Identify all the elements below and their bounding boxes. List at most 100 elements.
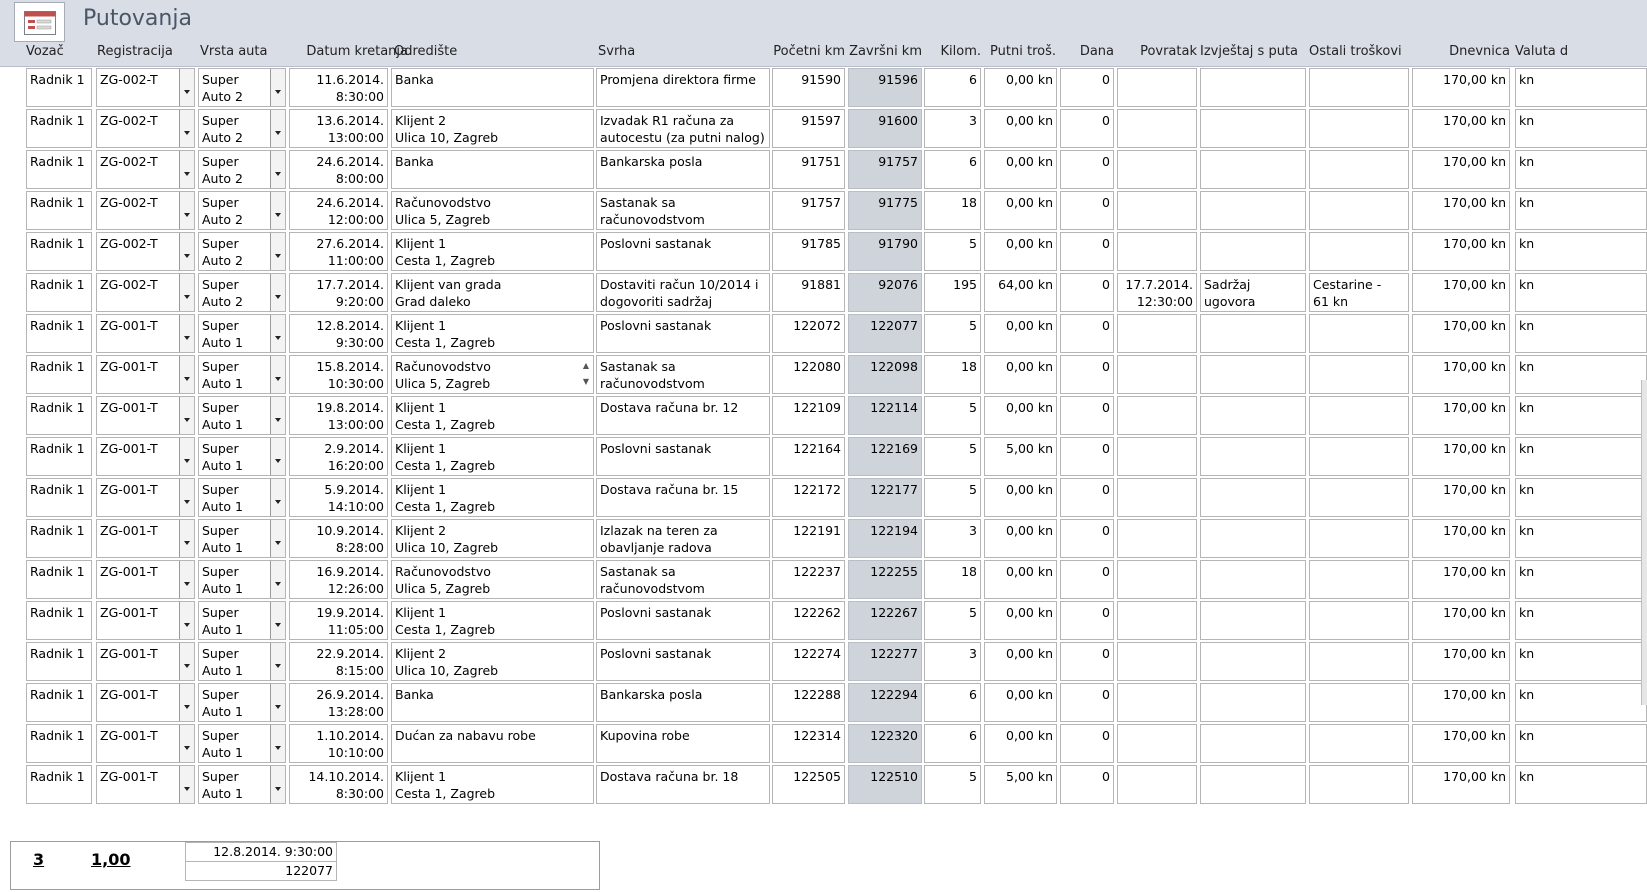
field-dnevnica[interactable]: 170,00 kn — [1412, 355, 1510, 394]
field-datum[interactable]: 13.6.2014. 13:00:00 — [289, 109, 388, 148]
field-vozac[interactable]: Radnik 1 — [26, 601, 92, 640]
field-odrediste[interactable]: Klijent 2 Ulica 10, Zagreb — [391, 642, 594, 681]
field-vozac[interactable]: Radnik 1 — [26, 724, 92, 763]
dropdown-arrow-icon[interactable] — [179, 766, 194, 803]
field-trosak[interactable]: 0,00 kn — [984, 601, 1057, 640]
field-dana[interactable]: 0 — [1060, 560, 1114, 599]
field-ostali[interactable] — [1309, 437, 1409, 476]
dropdown-arrow-icon[interactable] — [270, 274, 285, 311]
field-kilom[interactable]: 3 — [924, 109, 981, 148]
field-kilom[interactable]: 18 — [924, 560, 981, 599]
dropdown-arrow-icon[interactable] — [179, 192, 194, 229]
field-datum[interactable]: 1.10.2014. 10:10:00 — [289, 724, 388, 763]
field-vozac[interactable]: Radnik 1 — [26, 560, 92, 599]
field-trosak[interactable]: 0,00 kn — [984, 355, 1057, 394]
field-valuta[interactable]: kn — [1515, 560, 1647, 599]
field-povratak[interactable] — [1117, 109, 1197, 148]
field-scroll-arrows-icon[interactable]: ▲ ▼ — [581, 358, 591, 390]
field-izvjestaj[interactable] — [1200, 765, 1306, 804]
field-odrediste[interactable]: Klijent 1 Cesta 1, Zagreb — [391, 437, 594, 476]
field-dana[interactable]: 0 — [1060, 724, 1114, 763]
field-kilom[interactable]: 6 — [924, 150, 981, 189]
field-pocetni[interactable]: 91751 — [772, 150, 845, 189]
field-valuta[interactable]: kn — [1515, 150, 1647, 189]
field-reg[interactable]: ZG-001-T — [96, 519, 195, 558]
field-povratak[interactable] — [1117, 601, 1197, 640]
field-pocetni[interactable]: 122288 — [772, 683, 845, 722]
field-zavrsni[interactable]: 122277 — [848, 642, 922, 681]
field-kilom[interactable]: 6 — [924, 683, 981, 722]
field-pocetni[interactable]: 91881 — [772, 273, 845, 312]
field-datum[interactable]: 24.6.2014. 12:00:00 — [289, 191, 388, 230]
field-valuta[interactable]: kn — [1515, 765, 1647, 804]
field-ostali[interactable] — [1309, 314, 1409, 353]
field-vozac[interactable]: Radnik 1 — [26, 109, 92, 148]
field-povratak[interactable] — [1117, 642, 1197, 681]
field-kilom[interactable]: 18 — [924, 191, 981, 230]
field-pocetni[interactable]: 122314 — [772, 724, 845, 763]
field-dnevnica[interactable]: 170,00 kn — [1412, 765, 1510, 804]
field-izvjestaj[interactable] — [1200, 355, 1306, 394]
field-zavrsni[interactable]: 91600 — [848, 109, 922, 148]
field-ostali[interactable] — [1309, 765, 1409, 804]
field-ostali[interactable] — [1309, 724, 1409, 763]
field-trosak[interactable]: 0,00 kn — [984, 560, 1057, 599]
field-pocetni[interactable]: 122274 — [772, 642, 845, 681]
field-trosak[interactable]: 64,00 kn — [984, 273, 1057, 312]
dropdown-arrow-icon[interactable] — [179, 438, 194, 475]
field-vrsta[interactable]: Super Auto 1 — [198, 724, 286, 763]
field-izvjestaj[interactable] — [1200, 191, 1306, 230]
field-trosak[interactable]: 0,00 kn — [984, 232, 1057, 271]
field-zavrsni[interactable]: 122255 — [848, 560, 922, 599]
field-pocetni[interactable]: 122191 — [772, 519, 845, 558]
field-datum[interactable]: 19.9.2014. 11:05:00 — [289, 601, 388, 640]
field-povratak[interactable]: 17.7.2014. 12:30:00 — [1117, 273, 1197, 312]
field-dana[interactable]: 0 — [1060, 191, 1114, 230]
field-pocetni[interactable]: 122164 — [772, 437, 845, 476]
field-zavrsni[interactable]: 122510 — [848, 765, 922, 804]
field-trosak[interactable]: 0,00 kn — [984, 150, 1057, 189]
dropdown-arrow-icon[interactable] — [270, 684, 285, 721]
field-dnevnica[interactable]: 170,00 kn — [1412, 560, 1510, 599]
field-izvjestaj[interactable] — [1200, 232, 1306, 271]
field-pocetni[interactable]: 91757 — [772, 191, 845, 230]
field-valuta[interactable]: kn — [1515, 642, 1647, 681]
field-pocetni[interactable]: 122505 — [772, 765, 845, 804]
field-zavrsni[interactable]: 122077 — [848, 314, 922, 353]
field-reg[interactable]: ZG-002-T — [96, 109, 195, 148]
field-valuta[interactable]: kn — [1515, 314, 1647, 353]
field-vrsta[interactable]: Super Auto 2 — [198, 273, 286, 312]
field-zavrsni[interactable]: 91596 — [848, 68, 922, 107]
field-vozac[interactable]: Radnik 1 — [26, 273, 92, 312]
field-dnevnica[interactable]: 170,00 kn — [1412, 478, 1510, 517]
dropdown-arrow-icon[interactable] — [270, 110, 285, 147]
field-izvjestaj[interactable] — [1200, 683, 1306, 722]
field-valuta[interactable]: kn — [1515, 396, 1647, 435]
field-izvjestaj[interactable] — [1200, 437, 1306, 476]
field-odrediste[interactable]: Banka — [391, 683, 594, 722]
field-pocetni[interactable]: 122237 — [772, 560, 845, 599]
field-dana[interactable]: 0 — [1060, 642, 1114, 681]
field-datum[interactable]: 14.10.2014. 8:30:00 — [289, 765, 388, 804]
field-trosak[interactable]: 5,00 kn — [984, 765, 1057, 804]
field-ostali[interactable] — [1309, 396, 1409, 435]
field-izvjestaj[interactable] — [1200, 68, 1306, 107]
field-pocetni[interactable]: 91597 — [772, 109, 845, 148]
field-vozac[interactable]: Radnik 1 — [26, 642, 92, 681]
field-vrsta[interactable]: Super Auto 2 — [198, 232, 286, 271]
field-vozac[interactable]: Radnik 1 — [26, 68, 92, 107]
field-dana[interactable]: 0 — [1060, 232, 1114, 271]
dropdown-arrow-icon[interactable] — [179, 725, 194, 762]
dropdown-arrow-icon[interactable] — [179, 274, 194, 311]
field-kilom[interactable]: 3 — [924, 519, 981, 558]
dropdown-arrow-icon[interactable] — [270, 151, 285, 188]
footer-km-field[interactable]: 122077 — [185, 861, 337, 881]
field-izvjestaj[interactable] — [1200, 642, 1306, 681]
field-izvjestaj[interactable] — [1200, 724, 1306, 763]
field-zavrsni[interactable]: 91757 — [848, 150, 922, 189]
dropdown-arrow-icon[interactable] — [179, 643, 194, 680]
field-valuta[interactable]: kn — [1515, 109, 1647, 148]
field-zavrsni[interactable]: 92076 — [848, 273, 922, 312]
field-dana[interactable]: 0 — [1060, 601, 1114, 640]
field-ostali[interactable] — [1309, 150, 1409, 189]
